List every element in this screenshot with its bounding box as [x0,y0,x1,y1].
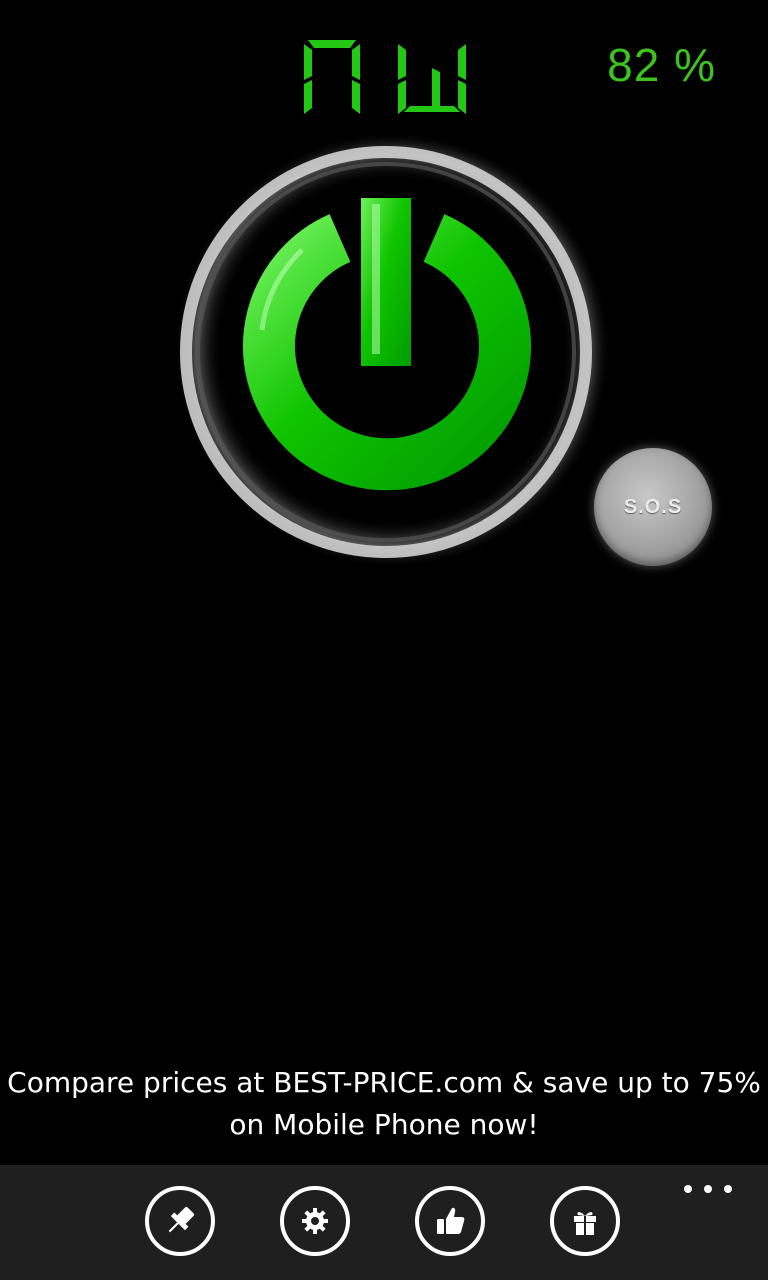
gift-icon [574,1212,596,1235]
mode-display [300,36,470,118]
pin-button[interactable] [145,1186,215,1256]
rate-button[interactable] [415,1186,485,1256]
pin-icon [168,1206,195,1233]
segment-on-icon [304,40,466,114]
more-icon [724,1185,732,1193]
power-button[interactable] [172,130,612,570]
more-button[interactable] [684,1183,732,1195]
thumbs-up-icon [437,1207,465,1234]
app-bar [0,1165,768,1280]
battery-level: 82 % [607,39,716,91]
sos-label: S.O.S [623,495,683,518]
more-icon [684,1185,692,1193]
settings-button[interactable] [280,1186,350,1256]
power-icon [174,132,610,568]
sos-button[interactable]: S.O.S [594,448,712,566]
ad-banner[interactable]: Compare prices at BEST-PRICE.com & save … [0,1062,768,1146]
gear-icon [302,1208,328,1234]
ad-line-1: Compare prices at BEST-PRICE.com & save … [7,1066,761,1099]
ad-line-2: on Mobile Phone now! [229,1108,539,1141]
more-icon [704,1185,712,1193]
gift-button[interactable] [550,1186,620,1256]
